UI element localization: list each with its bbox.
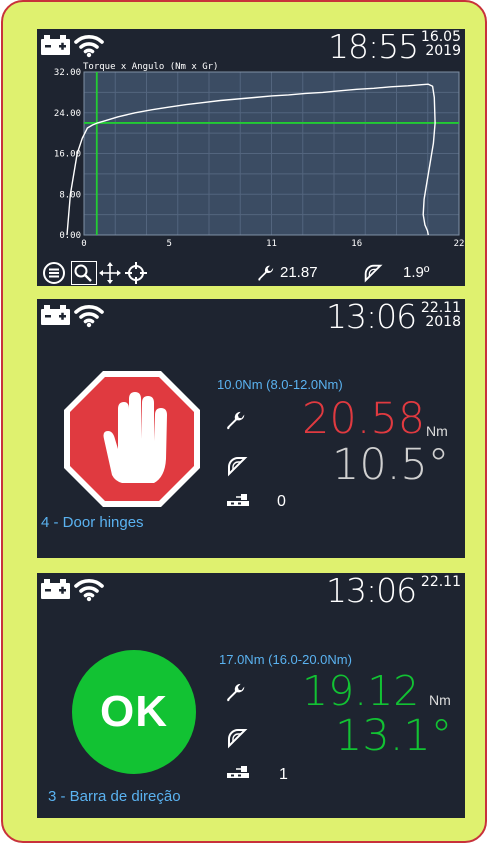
count-icon <box>227 494 249 506</box>
y-tick-label: 24.00 <box>54 109 81 119</box>
angle-value: 10.5° <box>332 440 450 490</box>
angle-readout: 1.9º <box>403 264 430 281</box>
y-tick-label: 32.00 <box>54 68 81 78</box>
torque-unit: Nm <box>429 692 451 708</box>
menu-button[interactable] <box>41 261 67 285</box>
clock-date: 22.11 <box>421 575 461 589</box>
job-name: 3 - Barra de direção <box>48 788 181 805</box>
job-name: 4 - Door hinges <box>41 514 144 531</box>
clock-date-day: 16.05 <box>420 29 461 45</box>
angle-value: 13.1° <box>335 711 453 761</box>
target-range: 17.0Nm (16.0-20.0Nm) <box>219 652 352 667</box>
clock-date: 16.05 2019 <box>421 30 461 58</box>
target-button[interactable] <box>123 261 149 285</box>
clock-date-day: 22.11 <box>420 574 461 590</box>
ok-status-text: OK <box>100 687 168 736</box>
wifi-icon <box>74 35 104 58</box>
menu-icon <box>43 262 65 284</box>
torque-value: 19.12 <box>302 667 420 715</box>
pan-button[interactable] <box>97 261 123 285</box>
wifi-icon <box>74 579 104 602</box>
chart-svg: 0.008.0016.0024.0032.000 5 11 16 22 <box>54 68 465 249</box>
battery-icon <box>41 35 70 55</box>
x-tick-label: 5 <box>167 239 172 249</box>
battery-icon <box>41 305 70 325</box>
protractor-icon <box>364 264 383 283</box>
x-tick-label: 22 <box>454 239 465 249</box>
wrench-icon <box>227 411 245 430</box>
clock-date: 22.11 2018 <box>421 301 461 329</box>
x-tick-label: 0 <box>81 239 86 249</box>
count-value: 0 <box>277 493 286 510</box>
clock-time: 13:06 <box>326 573 417 610</box>
x-tick-label: 16 <box>351 239 362 249</box>
battery-icon <box>41 579 70 599</box>
ok-status-badge: OK <box>72 650 196 774</box>
chart-toolbar: 21.87 1.9º <box>37 259 465 286</box>
torque-readout: 21.87 <box>280 264 318 281</box>
y-tick-label: 0.00 <box>59 231 81 241</box>
clock-time: 13:06 <box>326 299 417 336</box>
status-bar: 13:06 22.11 <box>37 573 465 610</box>
status-bar: 18:55 16.05 2019 <box>37 29 465 66</box>
result-screen-ok: 13:06 22.11 OK 17.0Nm (16.0-20.0Nm) 19.1… <box>37 573 465 818</box>
wifi-icon <box>74 305 104 328</box>
clock-date-year: 2018 <box>425 314 461 330</box>
status-bar: 13:06 22.11 2018 <box>37 299 465 336</box>
result-screen-nok: 13:06 22.11 2018 10.0Nm (8.0-12.0Nm) 20.… <box>37 299 465 558</box>
pan-icon <box>99 262 121 284</box>
wrench-icon <box>227 683 245 702</box>
zoom-button[interactable] <box>71 261 97 285</box>
wrench-icon <box>258 265 274 281</box>
zoom-icon <box>74 264 92 282</box>
clock-date-day: 22.11 <box>420 300 461 316</box>
count-icon <box>227 766 249 778</box>
x-tick-label: 11 <box>266 239 277 249</box>
chart-screen: 18:55 16.05 2019 Torque x Angulo (Nm x G… <box>37 29 465 286</box>
clock-time: 18:55 <box>328 29 419 66</box>
target-range: 10.0Nm (8.0-12.0Nm) <box>217 377 343 392</box>
torque-unit: Nm <box>426 423 448 439</box>
protractor-icon <box>228 729 248 749</box>
device-frame: 18:55 16.05 2019 Torque x Angulo (Nm x G… <box>1 0 487 843</box>
torque-angle-chart[interactable]: Torque x Angulo (Nm x Gr) 0.00 8.00 16.00 2… <box>37 62 465 257</box>
stop-hand-icon <box>64 371 200 507</box>
target-icon <box>125 262 147 284</box>
count-value: 1 <box>279 766 288 783</box>
protractor-icon <box>228 457 248 477</box>
clock-date-year: 2019 <box>425 43 461 59</box>
torque-value: 20.58 <box>302 394 426 444</box>
